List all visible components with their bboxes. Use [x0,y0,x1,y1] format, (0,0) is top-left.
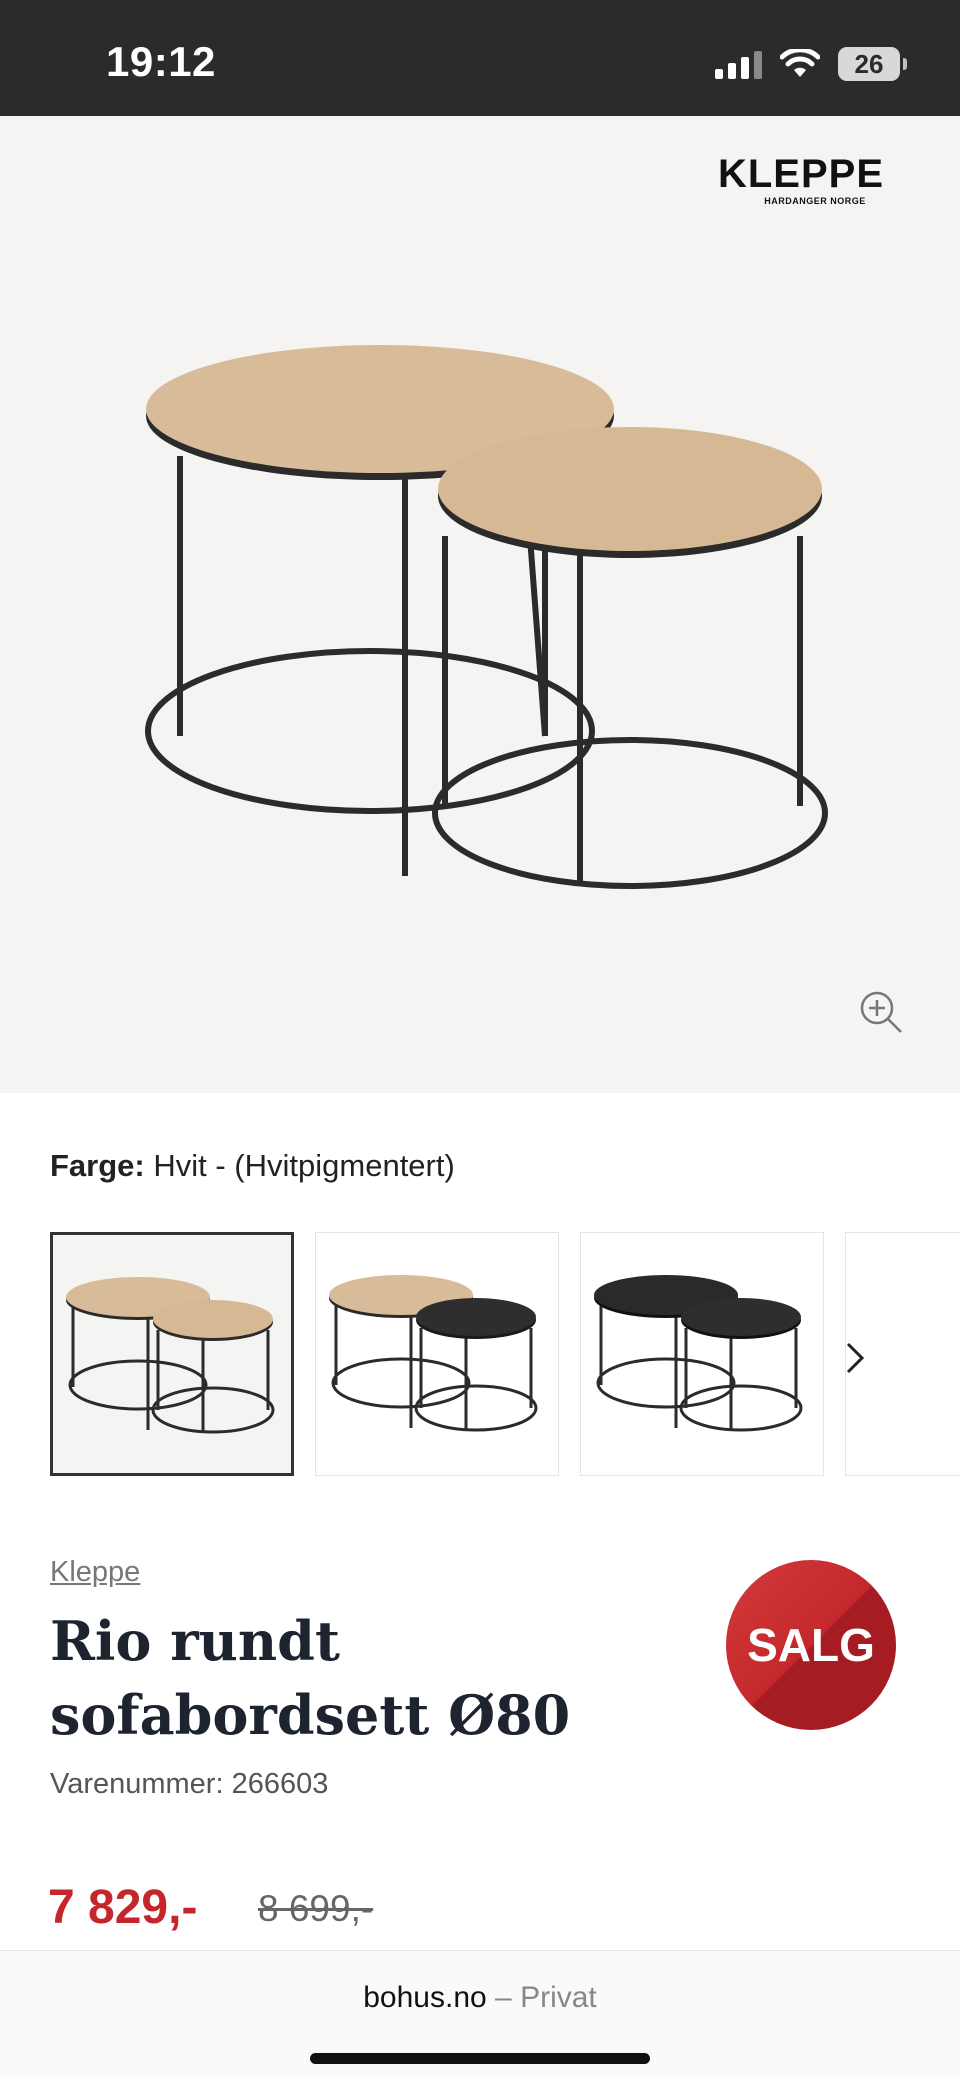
status-time: 19:12 [106,38,216,85]
chevron-right-icon[interactable] [840,1338,870,1378]
color-label: Farge: [50,1148,145,1183]
browser-address-bar[interactable]: bohus.no – Privat [0,1950,960,2079]
swatch-option-1[interactable] [50,1232,294,1476]
swatch-option-3[interactable] [580,1232,824,1476]
sale-badge: SALG [726,1560,896,1730]
original-price: 8 699,- [258,1888,374,1929]
product-brand-link[interactable]: Kleppe [50,1556,140,1589]
status-bar: 19:12 26 [0,0,960,116]
brand-logo-word: KLEPPE [717,152,884,196]
wifi-icon [780,49,820,77]
swatch-thumbnail [66,1277,275,1434]
signal-icon [715,49,762,79]
battery-icon: 26 [838,47,907,81]
swatch-thumbnail [329,1275,538,1432]
url-separator: – [486,1981,521,2014]
browser-url[interactable]: bohus.no – Privat [0,1981,960,2015]
swatch-option-2[interactable] [315,1232,559,1476]
brand-logo: KLEPPE HARDANGER NORGE [718,154,884,206]
color-value: Hvit - (Hvitpigmentert) [153,1148,455,1183]
url-domain: bohus.no [363,1981,487,2014]
color-selector-label: Farge: Hvit - (Hvitpigmentert) [50,1148,455,1184]
status-icons: 26 [715,44,907,84]
home-indicator[interactable] [310,2053,650,2064]
zoom-in-icon[interactable] [858,989,904,1035]
swatch-thumbnail [594,1275,803,1432]
color-swatches [50,1232,960,1476]
product-title: Rio rundt sofabordsett Ø80 [50,1609,571,1747]
product-image-area[interactable]: KLEPPE HARDANGER NORGE [0,116,960,1093]
product-sku: Varenummer: 266603 [50,1768,329,1800]
url-section: Privat [520,1981,597,2014]
current-price: 7 829,- [48,1881,198,1934]
product-main-image [145,345,828,889]
brand-logo-tagline: HARDANGER NORGE [764,196,866,206]
